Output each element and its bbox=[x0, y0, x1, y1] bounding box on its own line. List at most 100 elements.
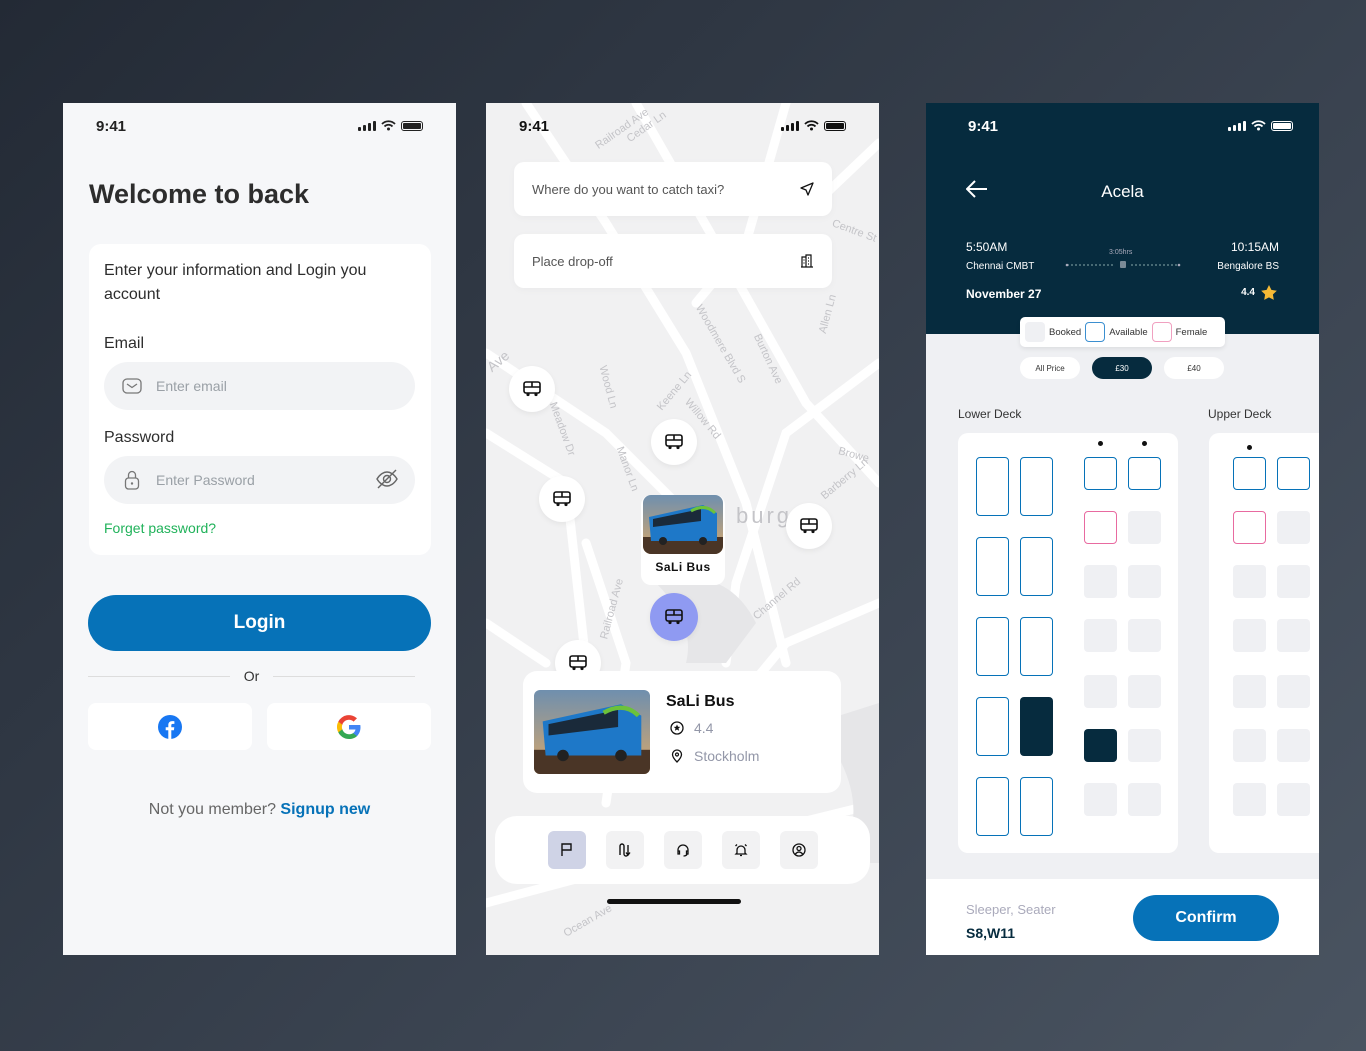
email-field[interactable]: Enter email bbox=[104, 362, 415, 410]
seat-female[interactable] bbox=[1233, 511, 1266, 544]
login-form-card: Enter your information and Login you acc… bbox=[89, 244, 431, 555]
status-time: 9:41 bbox=[968, 118, 999, 135]
seat-available[interactable] bbox=[976, 617, 1009, 676]
upper-deck-label: Upper Deck bbox=[1208, 407, 1272, 421]
bus-icon bbox=[665, 434, 683, 450]
price-filter-all[interactable]: All Price bbox=[1020, 357, 1080, 379]
booked-swatch bbox=[1025, 322, 1045, 342]
map-screen: Railroad Ave Cedar Ln Woodmere Blvd S Bu… bbox=[486, 103, 879, 955]
seat-legend: Booked Available Female bbox=[1020, 317, 1225, 347]
seat-female[interactable] bbox=[1084, 511, 1117, 544]
tab-support[interactable] bbox=[663, 831, 702, 869]
bus-icon bbox=[523, 381, 541, 397]
route-line bbox=[1065, 261, 1181, 268]
seat-indicator-dot bbox=[1098, 441, 1103, 446]
battery-icon bbox=[824, 120, 846, 131]
available-swatch bbox=[1085, 322, 1106, 342]
tab-flag[interactable] bbox=[547, 831, 586, 869]
seat-available[interactable] bbox=[976, 457, 1009, 516]
forgot-password-link[interactable]: Forget password? bbox=[104, 520, 216, 536]
login-button[interactable]: Login bbox=[88, 595, 431, 651]
password-field[interactable]: Enter Password bbox=[104, 456, 415, 504]
seat-booked bbox=[1084, 783, 1117, 816]
bus-photo bbox=[643, 495, 723, 554]
tab-route[interactable] bbox=[605, 831, 644, 869]
seat-available[interactable] bbox=[1020, 457, 1053, 516]
pickup-placeholder: Where do you want to catch taxi? bbox=[532, 181, 725, 197]
status-icons bbox=[781, 120, 846, 131]
bus-pin[interactable] bbox=[509, 366, 555, 412]
battery-icon bbox=[401, 120, 423, 131]
location-pin-icon bbox=[671, 749, 683, 763]
bottom-tab-bar bbox=[495, 816, 870, 884]
seat-booked bbox=[1128, 565, 1161, 598]
or-divider: Or bbox=[88, 668, 415, 684]
seat-booked bbox=[1128, 675, 1161, 708]
seat-booked bbox=[1277, 675, 1310, 708]
selected-seats: S8,W11 bbox=[966, 925, 1016, 941]
dropoff-placeholder: Place drop-off bbox=[532, 253, 613, 269]
alarm-icon bbox=[733, 844, 748, 857]
signup-prompt: Not you member? Signup new bbox=[63, 801, 456, 819]
price-filter-30[interactable]: £30 bbox=[1092, 357, 1152, 379]
seat-available[interactable] bbox=[976, 777, 1009, 836]
building-icon[interactable] bbox=[800, 254, 814, 268]
seat-booked bbox=[1277, 729, 1310, 762]
page-title: Welcome to back bbox=[89, 179, 310, 209]
seat-available[interactable] bbox=[1277, 457, 1310, 490]
email-label: Email bbox=[104, 335, 145, 352]
lower-deck-label: Lower Deck bbox=[958, 407, 1022, 421]
seat-selected[interactable] bbox=[1020, 697, 1053, 756]
bus-pin[interactable] bbox=[539, 476, 585, 522]
bus-pin[interactable] bbox=[651, 419, 697, 465]
pickup-search-input[interactable]: Where do you want to catch taxi? bbox=[514, 162, 832, 216]
seat-booked bbox=[1128, 783, 1161, 816]
google-login-button[interactable] bbox=[267, 703, 431, 750]
bus-icon bbox=[553, 491, 571, 507]
bus-pin[interactable] bbox=[786, 503, 832, 549]
seat-available[interactable] bbox=[1020, 617, 1053, 676]
seat-booked bbox=[1233, 783, 1266, 816]
bus-name: SaLi Bus bbox=[666, 693, 735, 710]
duration: 3:05hrs bbox=[1109, 249, 1133, 256]
seat-available[interactable] bbox=[1020, 777, 1053, 836]
seat-available[interactable] bbox=[1233, 457, 1266, 490]
seat-selected[interactable] bbox=[1084, 729, 1117, 762]
status-bar: 9:41 bbox=[486, 103, 879, 149]
depart-time: 5:50AM bbox=[966, 240, 1008, 254]
selected-bus-pin[interactable] bbox=[650, 593, 698, 641]
navigation-arrow-icon[interactable] bbox=[800, 182, 814, 196]
seat-indicator-dot bbox=[1247, 445, 1252, 450]
flag-icon bbox=[560, 843, 572, 856]
tab-alarm[interactable] bbox=[721, 831, 760, 869]
page-title: Acela bbox=[1101, 182, 1144, 201]
seat-available[interactable] bbox=[1020, 537, 1053, 596]
seat-available[interactable] bbox=[1084, 457, 1117, 490]
legend-female: Female bbox=[1175, 326, 1208, 338]
profile-icon bbox=[791, 843, 806, 857]
confirm-button[interactable]: Confirm bbox=[1133, 895, 1279, 941]
price-filter-40[interactable]: £40 bbox=[1164, 357, 1224, 379]
signal-icon bbox=[781, 120, 799, 131]
seat-available[interactable] bbox=[976, 537, 1009, 596]
dropoff-input[interactable]: Place drop-off bbox=[514, 234, 832, 288]
bus-bubble[interactable]: SaLi Bus bbox=[641, 495, 725, 585]
seat-booked bbox=[1277, 511, 1310, 544]
facebook-login-button[interactable] bbox=[88, 703, 252, 750]
arrive-time: 10:15AM bbox=[1230, 240, 1279, 254]
eye-off-icon[interactable] bbox=[375, 468, 399, 493]
upper-deck-panel bbox=[1209, 433, 1319, 853]
email-placeholder: Enter email bbox=[156, 378, 227, 394]
seat-booked bbox=[1233, 565, 1266, 598]
status-time: 9:41 bbox=[96, 118, 127, 135]
tab-profile[interactable] bbox=[779, 831, 818, 869]
seat-available[interactable] bbox=[1128, 457, 1161, 490]
wifi-icon bbox=[381, 120, 396, 131]
signup-link[interactable]: Signup new bbox=[280, 801, 370, 818]
status-icons bbox=[358, 120, 423, 131]
seat-booked bbox=[1128, 729, 1161, 762]
bus-info-card[interactable]: SaLi Bus 4.4 Stockholm bbox=[523, 671, 841, 793]
legend-booked: Booked bbox=[1049, 326, 1082, 338]
seat-available[interactable] bbox=[976, 697, 1009, 756]
map-label: burg bbox=[736, 503, 793, 528]
